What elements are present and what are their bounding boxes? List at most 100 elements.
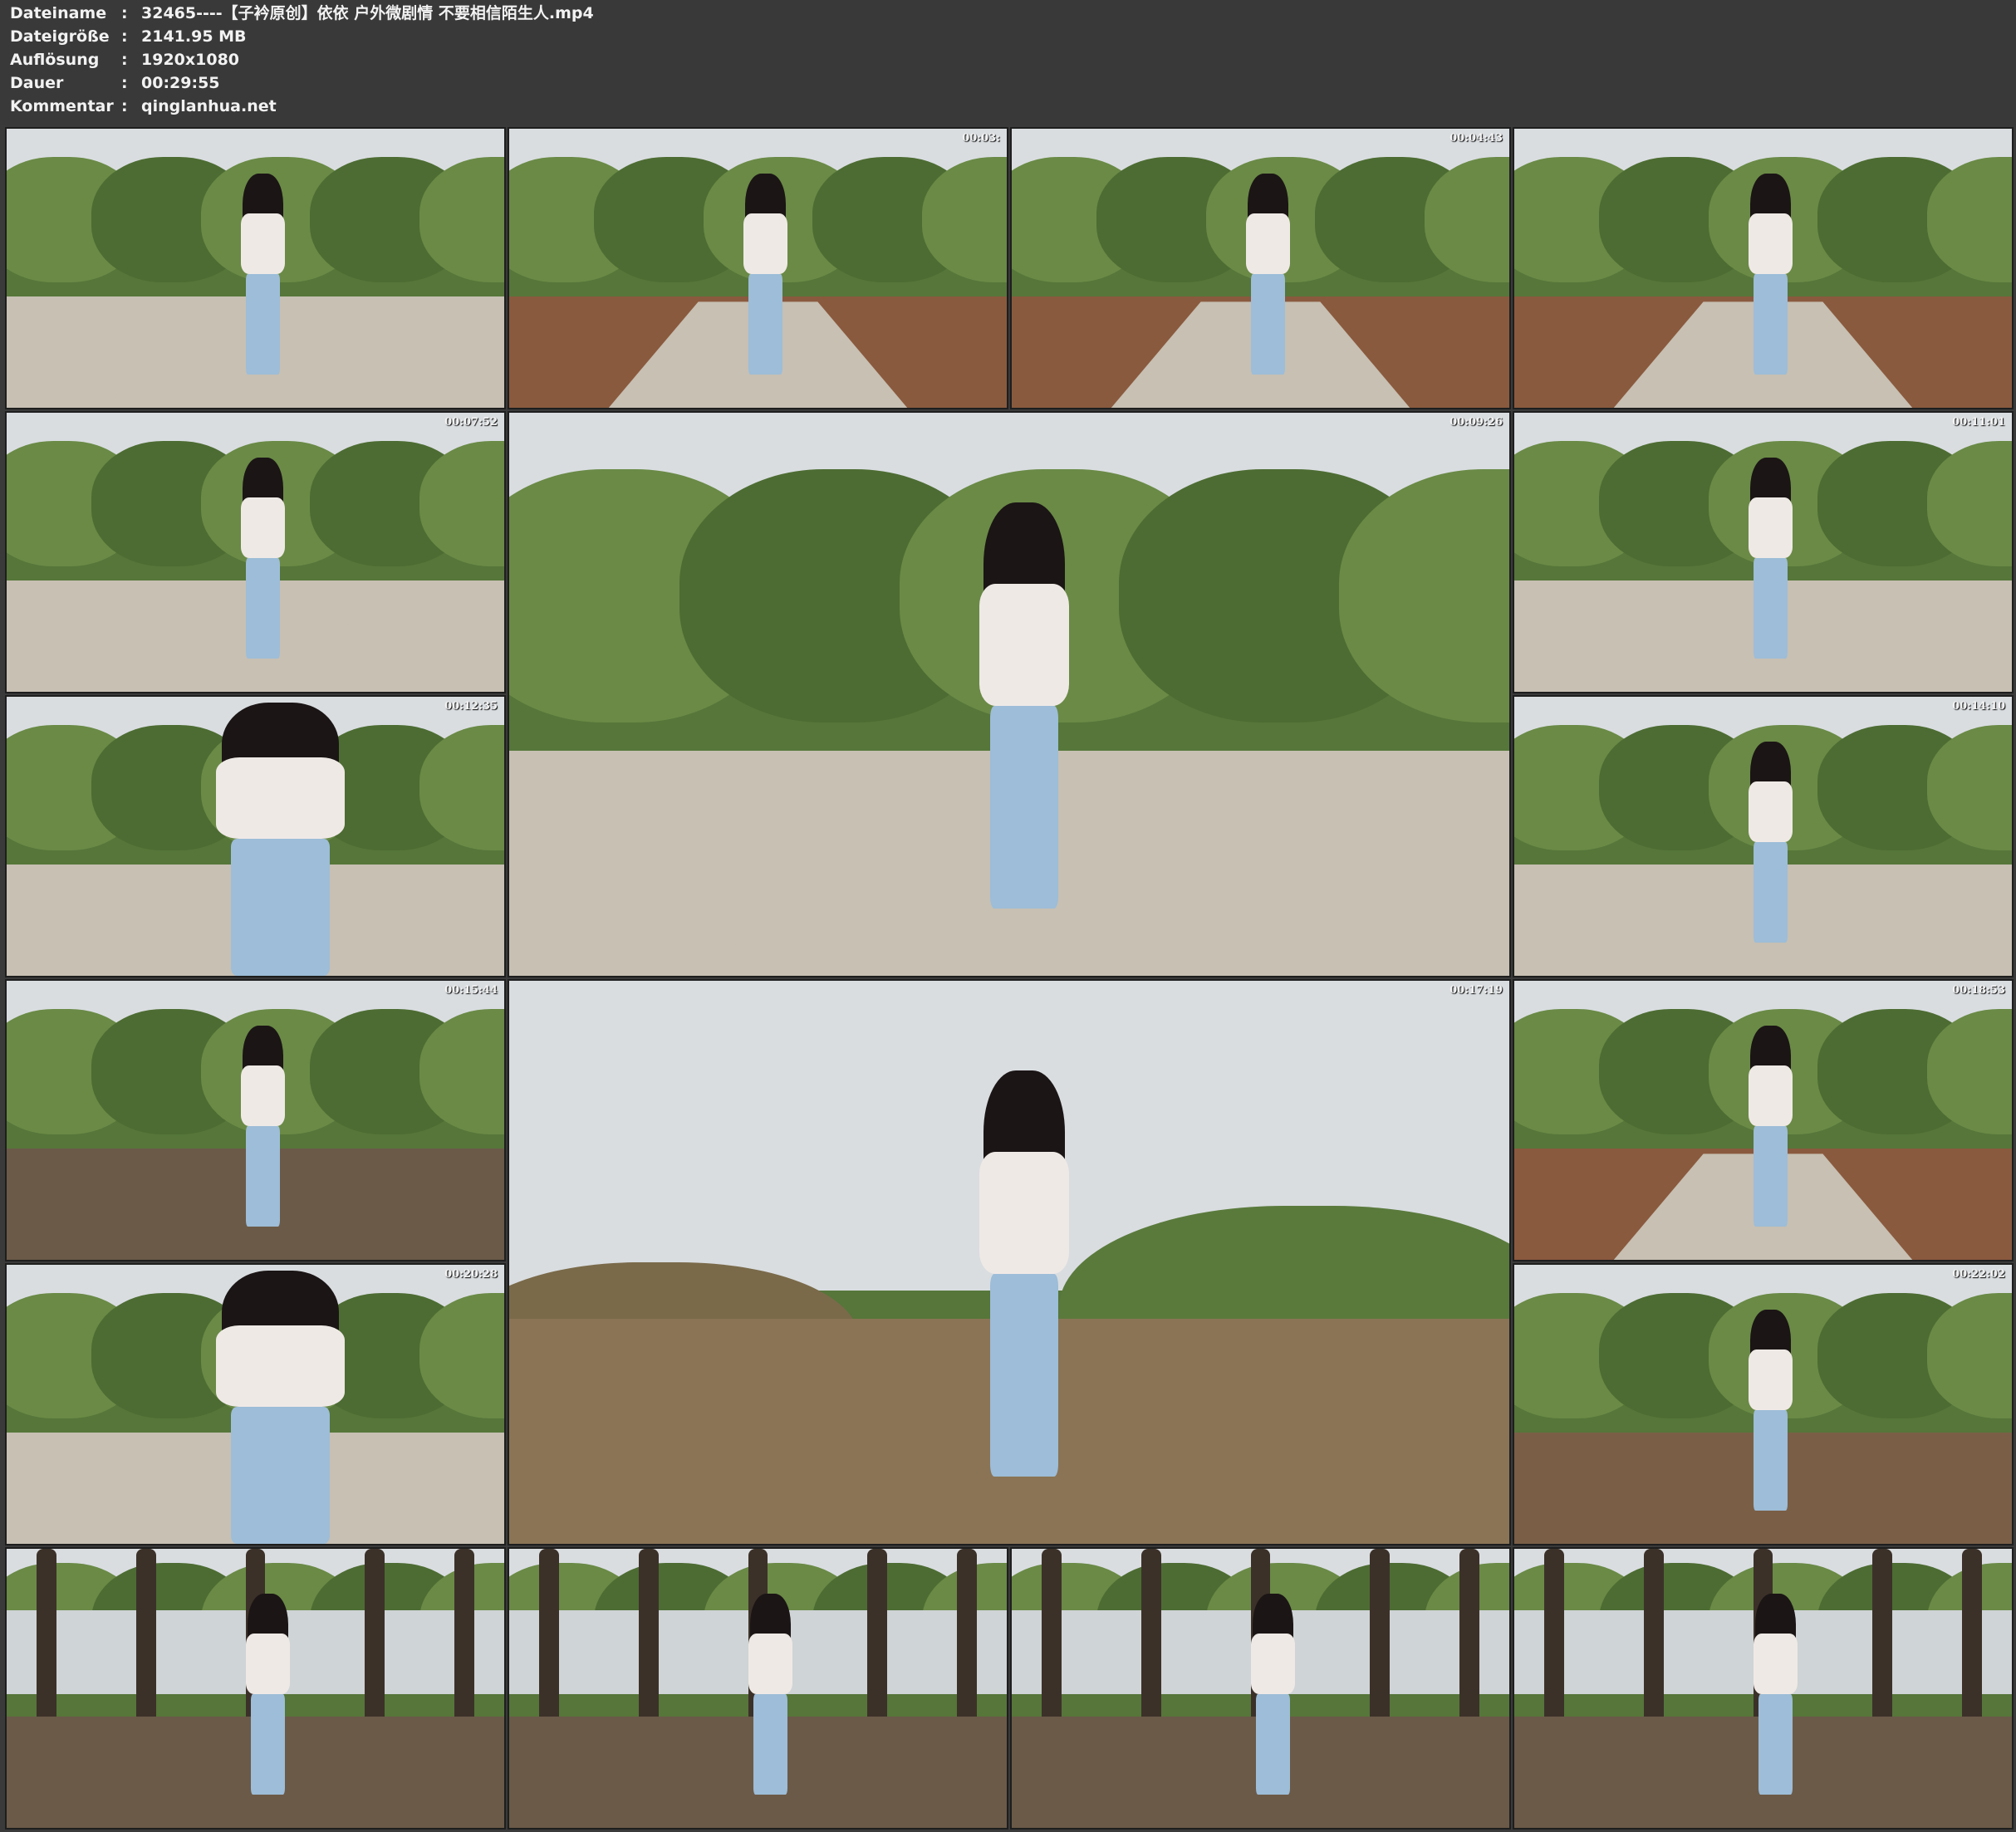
timestamp-label: 00:09:26 — [1449, 416, 1503, 429]
timestamp-label: 00:17:19 — [1449, 984, 1503, 997]
video-thumbnail[interactable]: 00:07:52 — [5, 411, 506, 693]
video-thumbnail[interactable]: 00:11:01 — [1513, 411, 2014, 693]
meta-separator: : — [121, 71, 128, 95]
meta-value-filesize: 2141.95 MB — [141, 25, 247, 48]
sweater — [1251, 1634, 1296, 1694]
person-figure — [743, 174, 788, 375]
jeans — [246, 274, 280, 375]
video-thumbnail[interactable] — [1513, 127, 2014, 409]
person-figure — [979, 502, 1069, 908]
meta-value-duration: 00:29:55 — [141, 71, 220, 95]
timestamp-label: 00:04:43 — [1449, 132, 1503, 145]
person-figure — [216, 1271, 346, 1544]
sweater — [241, 1065, 286, 1126]
jeans — [1754, 842, 1788, 943]
meta-value-resolution: 1920x1080 — [141, 48, 239, 71]
video-thumbnail[interactable]: 00:22:02 — [1513, 1263, 2014, 1545]
meta-value-filename: 32465----【子衿原创】依依 户外微剧情 不要相信陌生人.mp4 — [141, 2, 594, 25]
video-thumbnail[interactable] — [5, 127, 506, 409]
timestamp-label: 00:14:10 — [1952, 700, 2005, 713]
person-figure — [979, 1070, 1069, 1476]
sweater — [1754, 1634, 1798, 1694]
video-thumbnail[interactable]: 00:15:44 — [5, 979, 506, 1261]
video-thumbnail[interactable] — [1513, 1547, 2014, 1830]
sweater — [1749, 497, 1793, 558]
person-figure — [1246, 174, 1291, 375]
timestamp-label: 00:11:01 — [1952, 416, 2005, 429]
jeans — [1754, 1410, 1788, 1511]
timestamp-label: 00:03: — [962, 132, 1000, 145]
person-figure — [1754, 1594, 1798, 1795]
video-thumbnail[interactable]: 00:20:28 — [5, 1263, 506, 1545]
jeans — [1754, 558, 1788, 659]
sweater — [241, 213, 286, 274]
person-figure — [748, 1594, 793, 1795]
sweater — [748, 1634, 793, 1694]
sweater — [246, 1634, 291, 1694]
sweater — [241, 497, 286, 558]
jeans — [748, 274, 782, 375]
jeans — [990, 706, 1058, 909]
video-thumbnail[interactable]: 00:03: — [508, 127, 1008, 409]
person-figure — [216, 703, 346, 976]
meta-separator: : — [121, 48, 128, 71]
jeans — [1758, 1694, 1793, 1795]
person-figure — [241, 458, 286, 659]
jeans — [1754, 1126, 1788, 1227]
jeans — [231, 1407, 329, 1544]
person-figure — [246, 1594, 291, 1795]
video-thumbnail[interactable]: 00:09:26 — [508, 411, 1511, 977]
sweater — [216, 1325, 346, 1408]
jeans — [990, 1274, 1058, 1477]
person-figure — [1749, 174, 1793, 375]
info-header: Dateiname : 32465----【子衿原创】依依 户外微剧情 不要相信… — [0, 0, 2016, 125]
meta-key: Dateiname — [10, 2, 118, 25]
jeans — [1754, 274, 1788, 375]
sweater — [1749, 1350, 1793, 1410]
jeans — [1256, 1694, 1290, 1795]
jeans — [246, 1126, 280, 1227]
person-figure — [1749, 1026, 1793, 1227]
sweater — [743, 213, 788, 274]
person-figure — [241, 174, 286, 375]
jeans — [231, 839, 329, 976]
timestamp-label: 00:07:52 — [444, 416, 498, 429]
meta-key: Dauer — [10, 71, 118, 95]
sweater — [1246, 213, 1291, 274]
timestamp-label: 00:15:44 — [444, 984, 498, 997]
timestamp-label: 00:18:53 — [1952, 984, 2005, 997]
meta-value-comment: qinglanhua.net — [141, 95, 277, 118]
jeans — [1251, 274, 1285, 375]
jeans — [246, 558, 280, 659]
person-figure — [241, 1026, 286, 1227]
jeans — [251, 1694, 285, 1795]
person-figure — [1251, 1594, 1296, 1795]
meta-separator: : — [121, 25, 128, 48]
jeans — [753, 1694, 787, 1795]
sweater — [1749, 1065, 1793, 1126]
video-thumbnail[interactable]: 00:17:19 — [508, 979, 1511, 1545]
meta-key: Kommentar — [10, 95, 118, 118]
sweater — [1749, 781, 1793, 842]
person-figure — [1749, 458, 1793, 659]
meta-separator: : — [121, 95, 128, 118]
meta-key: Dateigröße — [10, 25, 118, 48]
sweater — [216, 757, 346, 840]
video-thumbnail[interactable] — [1010, 1547, 1511, 1830]
video-thumbnail[interactable]: 00:12:35 — [5, 695, 506, 977]
timestamp-label: 00:22:02 — [1952, 1268, 2005, 1281]
video-thumbnail[interactable]: 00:18:53 — [1513, 979, 2014, 1261]
video-thumbnail[interactable] — [5, 1547, 506, 1830]
meta-separator: : — [121, 2, 128, 25]
meta-key: Auflösung — [10, 48, 118, 71]
person-figure — [1749, 1310, 1793, 1511]
sweater — [1749, 213, 1793, 274]
sweater — [979, 1152, 1069, 1273]
sweater — [979, 584, 1069, 705]
person-figure — [1749, 742, 1793, 943]
timestamp-label: 00:12:35 — [444, 700, 498, 713]
video-thumbnail[interactable]: 00:04:43 — [1010, 127, 1511, 409]
timestamp-label: 00:20:28 — [444, 1268, 498, 1281]
video-thumbnail[interactable] — [508, 1547, 1008, 1830]
video-thumbnail[interactable]: 00:14:10 — [1513, 695, 2014, 977]
